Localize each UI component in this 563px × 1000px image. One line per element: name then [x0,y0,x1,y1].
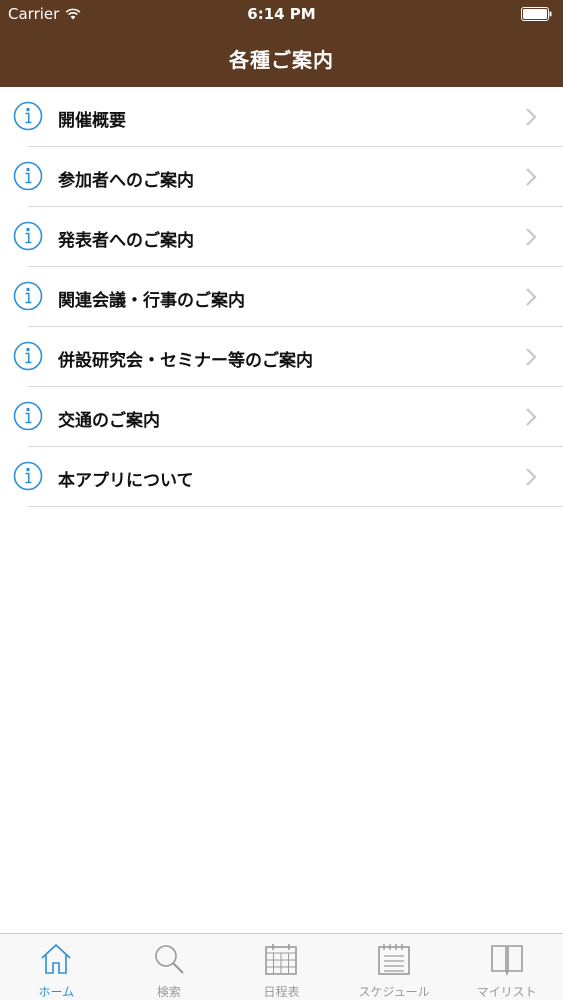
battery-icon [521,7,552,21]
info-icon [13,341,43,371]
tab-mylist[interactable]: マイリスト [450,934,563,1000]
menu-item-access[interactable]: 交通のご案内 [0,387,563,447]
info-icon [13,461,43,491]
status-bar: Carrier 6:14 PM [0,0,563,28]
menu-item-label: 関連会議・行事のご案内 [58,291,245,311]
chevron-right-icon [526,168,537,186]
tab-label: マイリスト [476,985,537,999]
menu-item-related-events[interactable]: 関連会議・行事のご案内 [0,267,563,327]
menu-item-overview[interactable]: 開催概要 [0,87,563,147]
info-icon [13,161,43,191]
menu-item-label: 本アプリについて [58,471,194,491]
menu-item-label: 併設研究会・セミナー等のご案内 [58,351,313,371]
chevron-right-icon [526,108,537,126]
screen: Carrier 6:14 PM 各種ご案内 開催概要 参加者へのご案内 発表者へ… [0,0,563,1000]
chevron-right-icon [526,348,537,366]
chevron-right-icon [526,228,537,246]
menu-item-participants[interactable]: 参加者へのご案内 [0,147,563,207]
tab-label: 検索 [156,985,181,999]
home-icon [41,943,71,974]
chevron-right-icon [526,288,537,306]
tab-search[interactable]: 検索 [113,934,226,1000]
tab-home[interactable]: ホーム [0,934,113,1000]
status-time: 6:14 PM [247,5,316,23]
info-icon [13,101,43,131]
calendar-icon [265,944,298,975]
info-icon [13,401,43,431]
menu-item-label: 参加者へのご案内 [58,171,194,191]
menu-item-label: 交通のご案内 [58,411,160,431]
info-icon [13,281,43,311]
schedule-icon [378,944,410,975]
menu-item-about-app[interactable]: 本アプリについて [0,447,563,507]
tab-label: 日程表 [263,985,300,999]
tab-label: ホーム [38,985,75,999]
book-icon [490,945,523,976]
info-icon [13,221,43,251]
tab-bar: ホーム 検索 日程表 スケジュール マイリスト [0,933,563,1000]
info-menu-list: 開催概要 参加者へのご案内 発表者へのご案内 関連会議・行事のご案内 併設研究会… [0,87,563,507]
navigation-header: Carrier 6:14 PM 各種ご案内 [0,0,563,87]
tab-timetable[interactable]: 日程表 [225,934,338,1000]
tab-label: スケジュール [358,985,430,999]
menu-item-presenters[interactable]: 発表者へのご案内 [0,207,563,267]
page-title: 各種ご案内 [229,48,334,72]
menu-item-seminars[interactable]: 併設研究会・セミナー等のご案内 [0,327,563,387]
search-icon [155,945,184,974]
chevron-right-icon [526,408,537,426]
menu-item-label: 開催概要 [58,111,126,131]
chevron-right-icon [526,468,537,486]
menu-item-label: 発表者へのご案内 [58,231,194,251]
tab-schedule[interactable]: スケジュール [338,934,451,1000]
